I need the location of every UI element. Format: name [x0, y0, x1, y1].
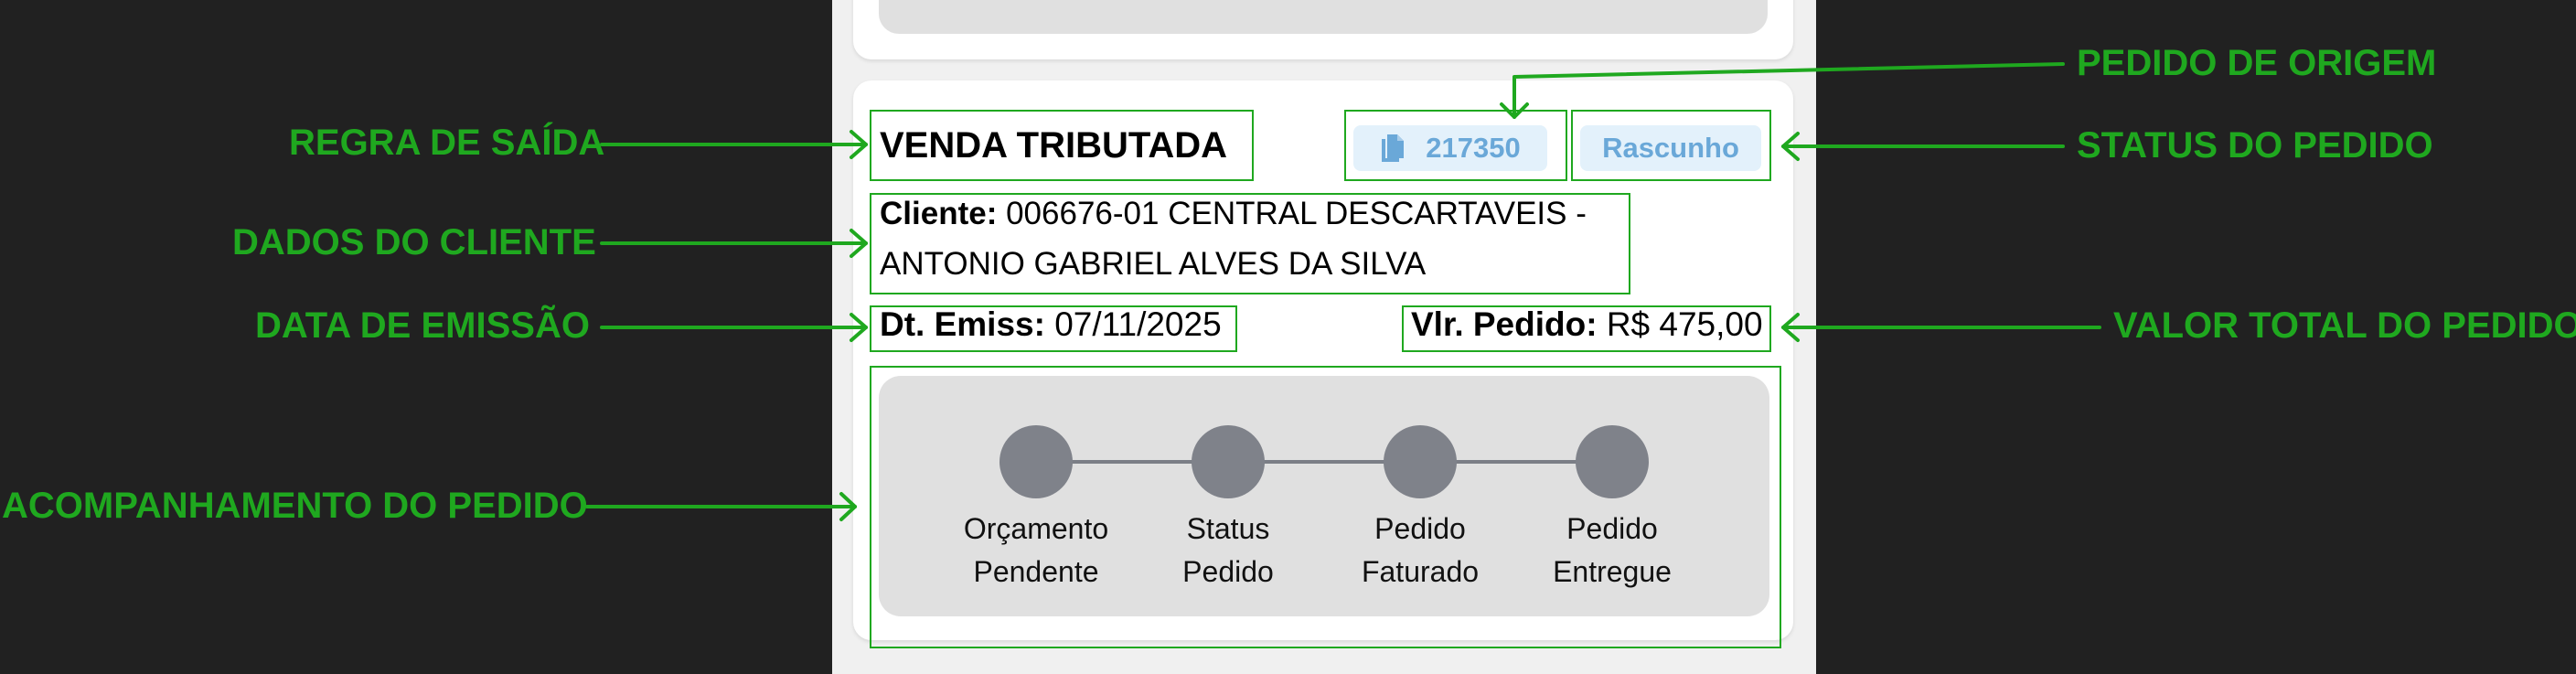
annotation-order-total: VALOR TOTAL DO PEDIDO	[2113, 305, 2576, 346]
annotation-exit-rule: REGRA DE SAÍDA	[289, 123, 605, 163]
annotation-order-status: STATUS DO PEDIDO	[2077, 125, 2433, 166]
annotation-origin-order: PEDIDO DE ORIGEM	[2077, 43, 2437, 83]
annotation-order-tracking: ACOMPANHAMENTO DO PEDIDO	[2, 486, 588, 526]
annotation-client-data: DADOS DO CLIENTE	[232, 222, 596, 262]
annotation-emission-date: DATA DE EMISSÃO	[255, 305, 590, 346]
